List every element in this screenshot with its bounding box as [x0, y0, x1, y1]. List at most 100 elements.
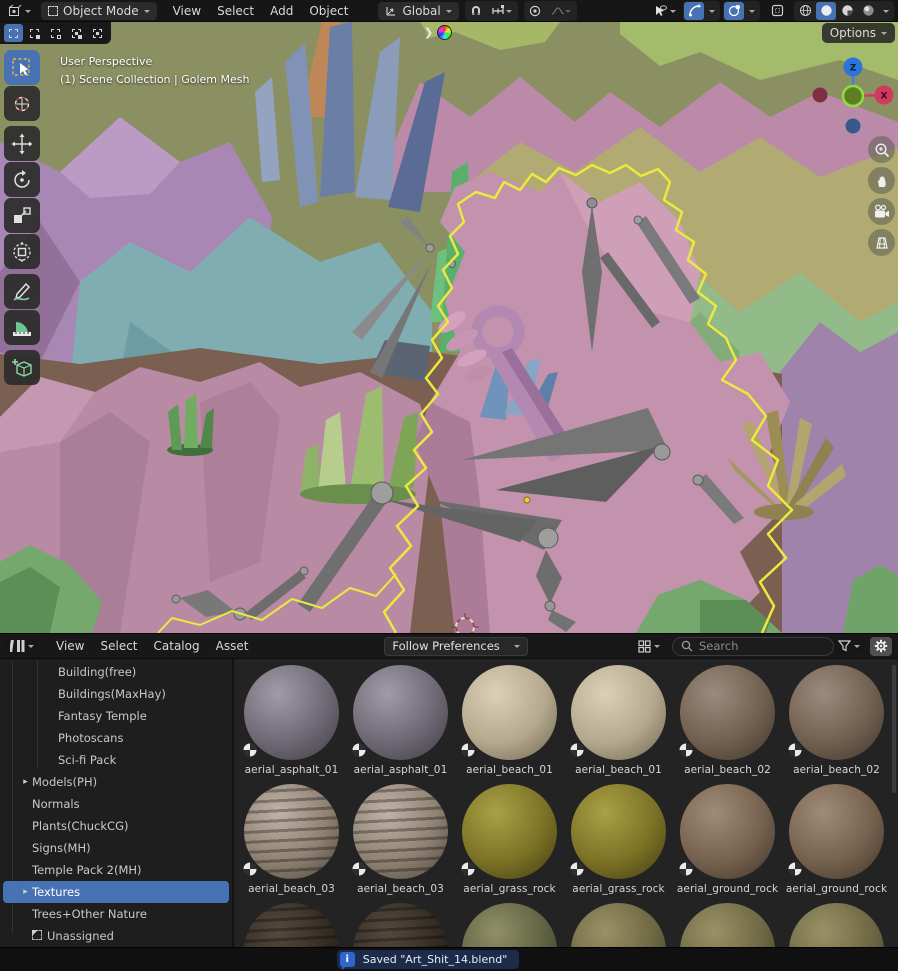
asset-card[interactable]: aerial_ground_rock — [673, 780, 782, 899]
asset-card[interactable]: aerial_beach_03 — [237, 780, 346, 899]
snap-target-dropdown[interactable] — [487, 2, 517, 20]
menu-item[interactable]: Asset — [208, 637, 257, 655]
asset-card[interactable]: aerial_beach_02 — [673, 661, 782, 780]
overlays-toggle-button[interactable] — [724, 1, 744, 20]
asset-thumbnail[interactable] — [353, 903, 448, 947]
catalog-item[interactable]: Temple Pack 2(MH) — [3, 859, 229, 881]
annotate-tool[interactable] — [4, 274, 40, 309]
asset-card[interactable] — [782, 899, 891, 947]
asset-thumbnail[interactable] — [787, 665, 884, 760]
disclosure-triangle-icon[interactable]: ▸ — [19, 777, 32, 787]
wireframe-shading-button[interactable] — [795, 2, 815, 20]
select-visibility-dropdown[interactable] — [650, 2, 680, 19]
solid-shading-button[interactable] — [816, 1, 836, 20]
cursor-tool[interactable] — [4, 86, 40, 121]
rendered-shading-button[interactable] — [858, 2, 878, 20]
asset-thumbnail[interactable] — [462, 903, 557, 947]
select-mode-subtract-button[interactable] — [46, 24, 65, 42]
pan-button[interactable] — [868, 167, 895, 194]
perspective-toggle-button[interactable] — [868, 229, 895, 256]
catalog-item[interactable]: Fantasy Temple — [3, 705, 229, 727]
asset-thumbnail[interactable] — [351, 784, 448, 879]
measure-tool[interactable] — [4, 310, 40, 345]
asset-thumbnail[interactable] — [244, 903, 339, 947]
catalog-item[interactable]: Sci-fi Pack — [3, 749, 229, 771]
asset-thumbnail[interactable] — [242, 665, 339, 760]
gizmo-dropdown[interactable] — [705, 2, 719, 20]
select-mode-set-button[interactable] — [4, 24, 23, 42]
filter-dropdown[interactable] — [834, 638, 864, 654]
disclosure-triangle-icon[interactable]: ▸ — [19, 887, 32, 897]
material-shading-button[interactable] — [837, 2, 857, 20]
menu-item[interactable]: Object — [301, 2, 356, 20]
catalog-item[interactable]: Buildings(MaxHay) — [3, 683, 229, 705]
camera-view-button[interactable] — [868, 198, 895, 225]
menu-item[interactable]: Add — [262, 2, 301, 20]
add-cube-tool[interactable] — [4, 350, 40, 385]
asset-thumbnail[interactable] — [351, 665, 448, 760]
scale-tool[interactable] — [4, 198, 40, 233]
asset-search[interactable] — [672, 636, 834, 656]
asset-thumbnail[interactable] — [569, 784, 666, 879]
asset-card[interactable] — [673, 899, 782, 947]
asset-card[interactable] — [455, 899, 564, 947]
options-dropdown[interactable]: Options — [821, 23, 895, 43]
asset-card[interactable]: aerial_beach_01 — [564, 661, 673, 780]
axis-neg-x-ball[interactable] — [812, 87, 828, 103]
asset-card[interactable] — [237, 899, 346, 947]
select-mode-invert-button[interactable] — [67, 24, 86, 42]
search-input[interactable] — [699, 639, 809, 653]
library-select[interactable]: Follow Preferences — [384, 636, 529, 656]
orientation-dropdown[interactable]: Global — [378, 1, 459, 20]
navigation-gizmo[interactable]: Z X — [806, 48, 898, 140]
editor-type-button[interactable] — [4, 2, 35, 19]
asset-thumbnail[interactable] — [460, 784, 557, 879]
asset-thumbnail[interactable] — [460, 665, 557, 760]
select-mode-extend-button[interactable] — [25, 24, 44, 42]
asset-card[interactable] — [346, 899, 455, 947]
asset-thumbnail[interactable] — [678, 784, 775, 879]
box-select-tool[interactable] — [4, 50, 40, 85]
asset-thumbnail[interactable] — [571, 903, 666, 947]
move-tool[interactable] — [4, 126, 40, 161]
asset-card[interactable]: aerial_asphalt_01 — [346, 661, 455, 780]
catalog-item[interactable]: ▸ Textures — [3, 881, 229, 903]
asset-card[interactable]: aerial_asphalt_01 — [237, 661, 346, 780]
asset-card[interactable]: aerial_grass_rock — [564, 780, 673, 899]
rotate-tool[interactable] — [4, 162, 40, 197]
3d-viewport[interactable]: ❯ Options User Perspective (1) Scene Col… — [0, 22, 898, 633]
transform-tool[interactable] — [4, 234, 40, 269]
catalog-item[interactable]: Plants(ChuckCG) — [3, 815, 229, 837]
menu-item[interactable]: Select — [209, 2, 262, 20]
asset-card[interactable]: aerial_beach_01 — [455, 661, 564, 780]
xray-toggle-button[interactable] — [767, 2, 787, 20]
asset-thumbnail[interactable] — [680, 903, 775, 947]
shading-dropdown[interactable] — [879, 2, 893, 20]
falloff-dropdown[interactable] — [546, 2, 576, 20]
asset-thumbnail[interactable] — [787, 784, 884, 879]
catalog-item[interactable]: Normals — [3, 793, 229, 815]
mode-dropdown[interactable]: Object Mode — [41, 1, 157, 20]
menu-item[interactable]: Select — [92, 637, 145, 655]
catalog-item[interactable]: Trees+Other Nature — [3, 903, 229, 925]
tool-header-expand[interactable]: ❯ — [424, 25, 453, 40]
asset-editor-type-button[interactable] — [6, 637, 38, 655]
catalog-item[interactable]: Signs(MH) — [3, 837, 229, 859]
asset-card[interactable]: aerial_ground_rock — [782, 780, 891, 899]
proportional-edit-button[interactable] — [525, 2, 545, 20]
axis-neg-z-ball[interactable] — [845, 118, 861, 134]
catalog-item[interactable]: Unassigned — [3, 925, 229, 947]
asset-card[interactable]: aerial_beach_02 — [782, 661, 891, 780]
menu-item[interactable]: View — [48, 637, 92, 655]
asset-thumbnail[interactable] — [242, 784, 339, 879]
asset-card[interactable]: aerial_grass_rock — [455, 780, 564, 899]
menu-item[interactable]: Catalog — [146, 637, 208, 655]
vertical-scrollbar[interactable] — [892, 665, 896, 793]
zoom-button[interactable] — [868, 136, 895, 163]
overlays-dropdown[interactable] — [745, 2, 759, 20]
asset-thumbnail[interactable] — [569, 665, 666, 760]
asset-thumbnail[interactable] — [789, 903, 884, 947]
asset-card[interactable] — [564, 899, 673, 947]
asset-card[interactable]: aerial_beach_03 — [346, 780, 455, 899]
catalog-item[interactable]: Photoscans — [3, 727, 229, 749]
